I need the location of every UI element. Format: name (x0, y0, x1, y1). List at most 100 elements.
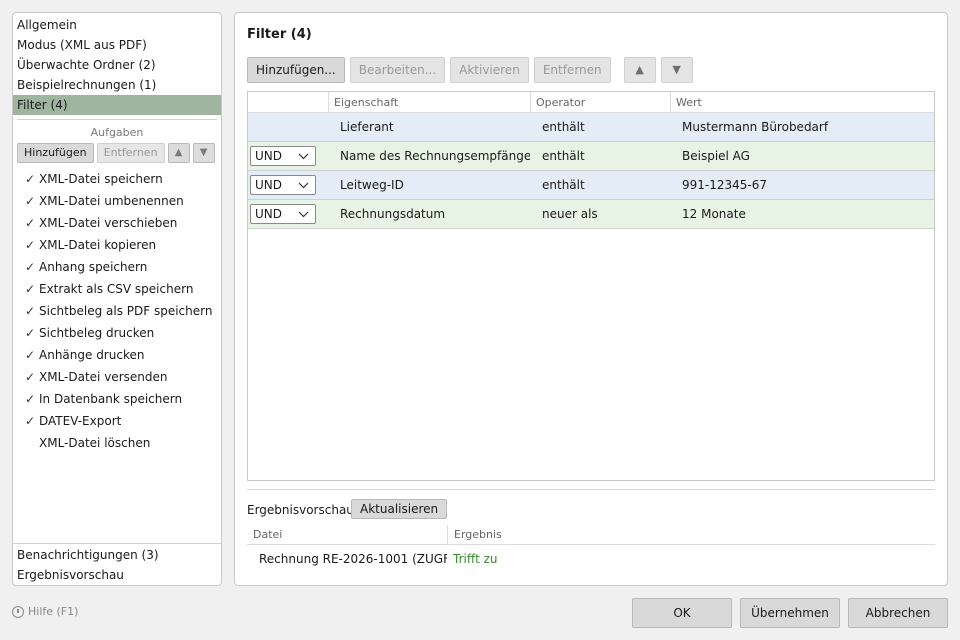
logic-operator-value: UND (255, 178, 282, 192)
tasks-section-title: Aufgaben (90, 126, 144, 139)
chevron-down-icon (298, 147, 309, 172)
grid-rows: Lieferant enthält Mustermann Bürobedarf UND… (248, 113, 934, 229)
table-row[interactable]: Rechnung RE-2026-1001 (ZUGFeRD) Trifft z… (247, 545, 935, 573)
list-item[interactable]: ✓ Sichtbeleg als PDF speichern (13, 300, 221, 322)
nav-top-list: Allgemein Modus (XML aus PDF) Überwachte… (13, 13, 221, 115)
nav-item-filter[interactable]: Filter (4) (13, 95, 221, 115)
list-item[interactable]: ✓ Anhang speichern (13, 256, 221, 278)
value-cell: 991-12345-67 (682, 178, 768, 192)
task-label: XML-Datei kopieren (39, 238, 157, 252)
help-link[interactable]: Hilfe (F1) (12, 605, 78, 618)
logic-operator-select[interactable]: UND (250, 204, 316, 224)
move-task-up-button[interactable]: ▲ (167, 143, 190, 163)
check-icon: ✓ (25, 238, 36, 252)
operator-cell: enthält (542, 178, 585, 192)
list-item[interactable]: ✓ In Datenbank speichern (13, 388, 221, 410)
logic-cell: UND (248, 200, 328, 228)
add-task-button[interactable]: Hinzufügen (17, 143, 94, 163)
task-label: DATEV-Export (39, 414, 122, 428)
table-row[interactable]: UND Leitweg-ID enthält 991-12345-67 (248, 171, 934, 200)
check-icon: ✓ (25, 370, 36, 384)
preview-file-cell: Rechnung RE-2026-1001 (ZUGFeRD) (259, 552, 447, 566)
list-item[interactable]: ✓ Anhänge drucken (13, 344, 221, 366)
nav-item-benachrichtigungen[interactable]: Benachrichtigungen (3) (13, 545, 221, 565)
check-icon: ✓ (25, 348, 36, 362)
nav-item-ueberwachte-ordner[interactable]: Überwachte Ordner (2) (13, 55, 221, 75)
list-item[interactable]: ✓ XML-Datei versenden (13, 366, 221, 388)
task-label: In Datenbank speichern (39, 392, 183, 406)
check-icon: ✓ (25, 392, 36, 406)
table-row[interactable]: UND Rechnungsdatum neuer als 12 Monate (248, 200, 934, 229)
list-item[interactable]: ✓ Extrakt als CSV speichern (13, 278, 221, 300)
move-task-down-button[interactable]: ▼ (192, 143, 215, 163)
filter-grid: Eigenschaft Operator Wert Lieferant enthä… (247, 91, 935, 481)
chevron-down-icon (298, 176, 309, 201)
move-filter-down-button[interactable]: ▼ (660, 57, 693, 83)
list-item[interactable]: ✓ XML-Datei verschieben (13, 212, 221, 234)
move-filter-up-button[interactable]: ▲ (623, 57, 656, 83)
cancel-button[interactable]: Abbrechen (848, 598, 948, 628)
nav-bottom-list: Benachrichtigungen (3) Ergebnisvorschau (13, 543, 221, 585)
table-row[interactable]: Lieferant enthält Mustermann Bürobedarf (248, 113, 934, 142)
list-item[interactable]: ✓ DATEV-Export (13, 410, 221, 432)
check-icon: ✓ (25, 216, 36, 230)
property-cell: Lieferant (340, 120, 394, 134)
value-cell: Beispiel AG (682, 149, 750, 163)
info-icon (12, 605, 24, 618)
task-label: Sichtbeleg drucken (39, 326, 155, 340)
column-header-result[interactable]: Ergebnis (447, 525, 935, 544)
add-filter-button[interactable]: Hinzufügen... (247, 57, 345, 83)
check-icon: ✓ (25, 194, 36, 208)
task-label: Sichtbeleg als PDF speichern (39, 304, 213, 318)
arrow-down-icon: ▼ (672, 63, 681, 76)
logic-cell: UND (248, 171, 328, 199)
operator-cell: enthält (542, 120, 585, 134)
column-header-property[interactable]: Eigenschaft (328, 92, 530, 112)
logic-cell (248, 113, 328, 141)
arrow-up-icon: ▲ (635, 63, 644, 76)
property-cell: Leitweg-ID (340, 178, 404, 192)
arrow-up-icon: ▲ (174, 147, 183, 158)
nav-item-ergebnisvorschau[interactable]: Ergebnisvorschau (13, 565, 221, 585)
logic-operator-select[interactable]: UND (250, 175, 316, 195)
list-item[interactable]: ✓ XML-Datei kopieren (13, 234, 221, 256)
check-icon: ✓ (25, 414, 36, 428)
nav-item-allgemein[interactable]: Allgemein (13, 15, 221, 35)
divider (247, 489, 935, 490)
ok-button[interactable]: OK (632, 598, 732, 628)
check-icon: ✓ (25, 172, 36, 186)
remove-task-button[interactable]: Entfernen (96, 143, 165, 163)
value-cell: Mustermann Bürobedarf (682, 120, 829, 134)
list-item[interactable]: ✓ Sichtbeleg drucken (13, 322, 221, 344)
column-header-logic[interactable] (248, 92, 328, 112)
divider (13, 543, 221, 544)
list-item[interactable]: XML-Datei löschen (13, 432, 221, 454)
help-label: Hilfe (F1) (28, 605, 79, 618)
tasks-toolbar: Hinzufügen Entfernen ▲ ▼ (13, 143, 221, 163)
preview-result-cell: Trifft zu (453, 552, 498, 566)
task-label: Anhang speichern (39, 260, 148, 274)
check-icon: ✓ (25, 282, 36, 296)
settings-navigation-panel: Allgemein Modus (XML aus PDF) Überwachte… (12, 12, 222, 586)
table-row[interactable]: UND Name des Rechnungsempfängers enthält Be… (248, 142, 934, 171)
list-item[interactable]: ✓ XML-Datei speichern (13, 168, 221, 190)
remove-filter-button[interactable]: Entfernen (533, 57, 611, 83)
nav-item-beispielrechnungen[interactable]: Beispielrechnungen (1) (13, 75, 221, 95)
column-header-file[interactable]: Datei (247, 525, 447, 544)
task-label: XML-Datei umbenennen (39, 194, 184, 208)
grid-header: Eigenschaft Operator Wert (248, 92, 934, 113)
check-icon: ✓ (25, 260, 36, 274)
list-item[interactable]: ✓ XML-Datei umbenennen (13, 190, 221, 212)
logic-operator-select[interactable]: UND (250, 146, 316, 166)
value-cell: 12 Monate (682, 207, 746, 221)
nav-item-modus[interactable]: Modus (XML aus PDF) (13, 35, 221, 55)
divider (17, 119, 217, 120)
edit-filter-button[interactable]: Bearbeiten... (349, 57, 446, 83)
refresh-button[interactable]: Aktualisieren (351, 499, 448, 519)
column-header-operator[interactable]: Operator (530, 92, 670, 112)
activate-filter-button[interactable]: Aktivieren (450, 57, 529, 83)
logic-cell: UND (248, 142, 328, 170)
apply-button[interactable]: Übernehmen (740, 598, 840, 628)
column-header-value[interactable]: Wert (670, 92, 934, 112)
property-cell: Name des Rechnungsempfängers (340, 149, 530, 163)
